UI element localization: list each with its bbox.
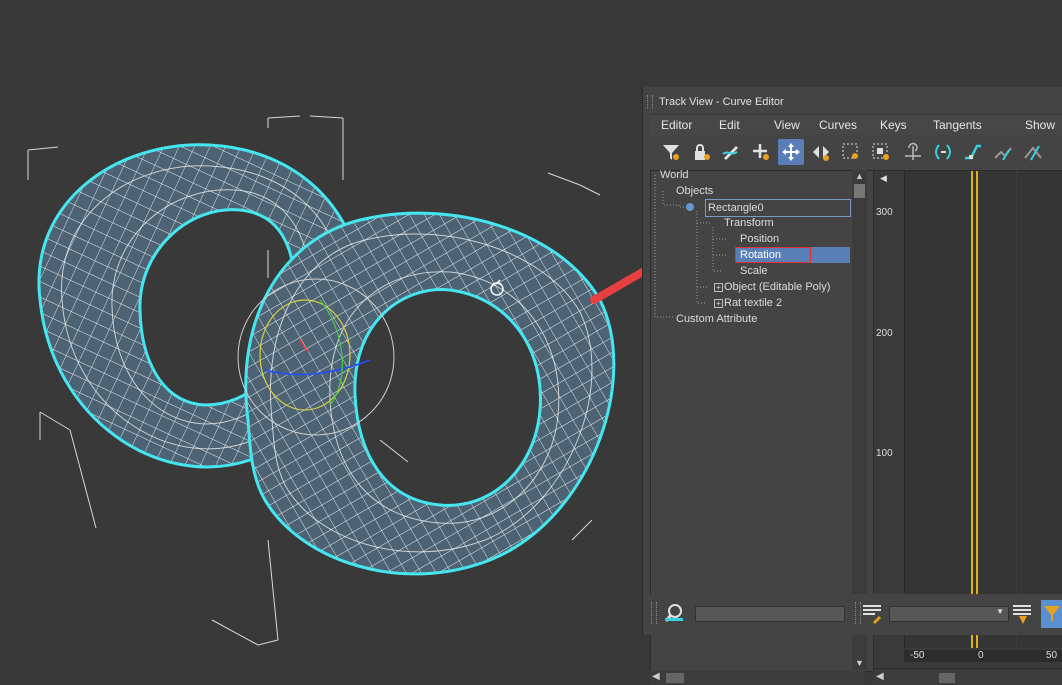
y-tick-300: 300 <box>876 207 893 218</box>
tree-node-object-poly[interactable]: Object (Editable Poly) <box>724 279 830 295</box>
name-field[interactable] <box>695 606 845 622</box>
filter-lines-icon <box>1013 605 1031 624</box>
move-keys-button[interactable] <box>778 139 804 165</box>
x-tick-neg50: -50 <box>910 650 925 661</box>
menu-edit[interactable]: Edit <box>719 115 740 135</box>
list-pencil-icon <box>863 605 881 624</box>
menu-keys[interactable]: Keys <box>880 115 907 135</box>
menu-tangents[interactable]: Tangents <box>933 115 982 135</box>
time-slider-line-a <box>971 171 973 648</box>
drag-grip-icon[interactable] <box>647 95 653 109</box>
window-title: Track View - Curve Editor <box>659 96 784 108</box>
tangent-icon <box>935 144 951 160</box>
window-titlebar[interactable]: Track View - Curve Editor <box>643 91 1062 113</box>
tree-node-rotation[interactable]: Rotation <box>735 247 850 263</box>
funnel-icon <box>1044 606 1060 622</box>
scroll-left-icon[interactable]: ◀ <box>876 671 884 682</box>
smooth-tangent-button[interactable] <box>990 139 1016 165</box>
scroll-thumb[interactable] <box>854 184 865 198</box>
scroll-thumb[interactable] <box>666 673 684 683</box>
scroll-thumb[interactable] <box>939 673 955 683</box>
tree-node-custom-attribute[interactable]: Custom Attribute <box>676 311 757 327</box>
scale-values-button[interactable] <box>868 139 894 165</box>
chevron-down-icon: ▼ <box>996 607 1004 616</box>
draw-curves-button[interactable] <box>718 139 744 165</box>
tree-node-world[interactable]: World <box>660 167 689 183</box>
scale-keys-icon <box>842 143 858 159</box>
dropdown-select[interactable]: ▼ <box>889 606 1009 622</box>
collapse-icon[interactable]: ◀ <box>880 173 887 184</box>
slide-keys-button[interactable] <box>808 139 834 165</box>
filter-button[interactable] <box>658 139 684 165</box>
move-keys-icon <box>782 143 800 161</box>
insert-time-icon <box>905 142 921 160</box>
scale-values-icon <box>872 143 889 160</box>
y-tick-100: 100 <box>876 448 893 459</box>
slide-keys-icon <box>813 146 829 161</box>
insert-time-button[interactable] <box>900 139 926 165</box>
scroll-down-icon[interactable]: ▼ <box>855 658 864 668</box>
tree-node-transform[interactable]: Transform <box>724 215 774 231</box>
filter-button-bottom[interactable] <box>1011 602 1035 626</box>
menu-bar: Editor Edit View Curves Keys Tangents Sh… <box>650 114 1062 135</box>
torus-right <box>244 211 616 576</box>
expand-icon[interactable]: + <box>714 283 723 292</box>
tree-horizontal-scrollbar[interactable]: ◀ <box>650 671 865 685</box>
zoom-selected-button[interactable] <box>663 602 685 624</box>
linear-tangent-icon <box>1024 145 1042 161</box>
menu-curves[interactable]: Curves <box>819 115 857 135</box>
lock-icon <box>695 144 710 160</box>
tree-node-scale[interactable]: Scale <box>740 263 768 279</box>
curve-editor-toolbar <box>650 135 1062 169</box>
expand-icon[interactable]: + <box>714 299 723 308</box>
track-view-window[interactable]: Track View - Curve Editor Editor Edit Vi… <box>643 87 1062 685</box>
filter-active-button[interactable] <box>1041 600 1062 628</box>
bottom-toolbar: ▼ <box>643 594 1062 635</box>
y-tick-200: 200 <box>876 328 893 339</box>
scroll-left-icon[interactable]: ◀ <box>652 671 660 682</box>
filter-icon <box>663 145 679 160</box>
menu-view[interactable]: View <box>774 115 800 135</box>
smooth-tangent-icon <box>994 147 1012 161</box>
add-key-button[interactable] <box>748 139 774 165</box>
tree-node-objects[interactable]: Objects <box>676 183 713 199</box>
tangent-button[interactable] <box>930 139 956 165</box>
x-tick-0: 0 <box>978 650 984 661</box>
scroll-up-icon[interactable]: ▲ <box>855 171 864 181</box>
filter-list-button[interactable] <box>861 602 885 626</box>
magnifier-icon <box>664 604 683 622</box>
x-tick-50: 50 <box>1046 650 1058 661</box>
tree-node-rat-textile[interactable]: Rat textile 2 <box>724 295 782 311</box>
object-color-icon <box>686 203 694 211</box>
tree-node-rotation-label: Rotation <box>740 249 781 261</box>
tree-node-position[interactable]: Position <box>740 231 779 247</box>
graph-area[interactable] <box>904 171 1062 648</box>
auto-tangent-icon <box>965 144 981 160</box>
auto-tangent-button[interactable] <box>960 139 986 165</box>
draw-curves-icon <box>722 146 738 160</box>
scale-keys-button[interactable] <box>838 139 864 165</box>
lock-selection-button[interactable] <box>688 139 714 165</box>
time-slider-line-b <box>976 171 978 648</box>
menu-editor[interactable]: Editor <box>661 115 692 135</box>
add-key-icon <box>753 144 769 160</box>
time-ruler[interactable]: -50 0 50 <box>904 650 1062 662</box>
linear-tangent-button[interactable] <box>1020 139 1046 165</box>
grid-line <box>1016 171 1017 648</box>
menu-show[interactable]: Show <box>1025 115 1055 135</box>
grip-icon <box>651 602 657 624</box>
